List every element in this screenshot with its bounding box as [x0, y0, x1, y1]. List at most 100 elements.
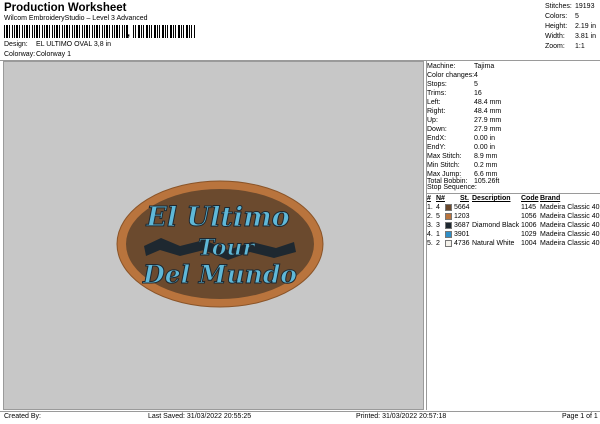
needle-number: 3 [436, 222, 440, 229]
thread-code: 1004 [521, 240, 537, 247]
stat-label: Width: [545, 33, 565, 40]
info-value: 0.00 in [474, 144, 496, 151]
meta-value: EL ULTIMO OVAL 3,8 in [35, 41, 112, 48]
barcode-separator: , [127, 27, 131, 39]
col-header-brand: Brand [540, 195, 561, 202]
stitch-count: 3687 [454, 222, 470, 229]
stitch-count: 4736 [454, 240, 470, 247]
info-value: 16 [474, 90, 482, 97]
col-header-description: Description [472, 195, 511, 202]
stat-row: Stitches: 19193 [545, 2, 596, 12]
design-preview: El Ultimo Tour Del Mundo [3, 61, 424, 410]
stop-number: 1. [427, 204, 433, 211]
software-name: Wilcom EmbroideryStudio – Level 3 Advanc… [4, 15, 148, 22]
footer-divider [0, 411, 600, 412]
needle-number: 2 [436, 240, 440, 247]
stop-sequence-title: Stop Sequence: [427, 184, 477, 191]
meta-design: Design: EL ULTIMO OVAL 3,8 in [4, 41, 111, 48]
info-label: Stops: [427, 81, 447, 88]
stat-value: 3.81 in [575, 33, 597, 40]
stop-number: 3. [427, 222, 433, 229]
color-swatch [445, 231, 452, 238]
info-label: EndX: [427, 135, 447, 142]
col-header-needle: N# [436, 195, 445, 202]
thread-code: 1145 [521, 204, 537, 211]
thread-brand: Madeira Classic 40 [540, 240, 600, 247]
stitch-count: 3901 [454, 231, 470, 238]
stitch-count: 5664 [454, 204, 470, 211]
info-label: EndY: [427, 144, 446, 151]
info-label: Min Stitch: [427, 162, 460, 169]
info-value: 27.9 mm [474, 117, 502, 124]
info-value: 8.9 mm [474, 153, 498, 160]
patch-text-line2: Tour [198, 235, 256, 261]
needle-number: 1 [436, 231, 440, 238]
info-value: 48.4 mm [474, 108, 502, 115]
stop-number: 2. [427, 213, 433, 220]
color-swatch [445, 240, 452, 247]
info-value: 0.2 mm [474, 162, 498, 169]
info-row: Trims: 16 [427, 89, 482, 98]
info-row: Color changes:4 [427, 71, 478, 80]
info-row: Machine: Tajima [427, 62, 494, 71]
info-label: Max Stitch: [427, 153, 462, 160]
stat-value: 19193 [575, 3, 595, 10]
info-value: 5 [474, 81, 478, 88]
patch-text-line1: El Ultimo [145, 202, 289, 233]
worksheet-title: Production Worksheet [4, 2, 127, 14]
col-header-stitches: St. [460, 195, 469, 202]
footer-created-by: Created By: [4, 413, 41, 420]
stitch-count: 1203 [454, 213, 470, 220]
stop-row: 4. 1 3901 1029 Madeira Classic 40 [427, 230, 600, 239]
stop-sequence-divider [426, 193, 600, 194]
footer-printed: Printed: 31/03/2022 20:57:18 [356, 413, 447, 420]
thread-brand: Madeira Classic 40 [540, 222, 600, 229]
stat-label: Height: [545, 23, 568, 30]
color-swatch [445, 204, 452, 211]
footer-last-saved: Last Saved: 31/03/2022 20:55:25 [148, 413, 252, 420]
thread-description: Natural White [472, 240, 515, 247]
meta-value: Colorway 1 [35, 51, 71, 58]
info-row: Max Stitch: 8.9 mm [427, 152, 497, 161]
stat-row: Width: 3.81 in [545, 32, 596, 42]
info-value: 105.26ft [474, 178, 500, 185]
info-row: Min Stitch: 0.2 mm [427, 161, 497, 170]
thread-code: 1056 [521, 213, 537, 220]
info-value: Tajima [474, 63, 495, 70]
thread-code: 1006 [521, 222, 537, 229]
meta-label: Design: [4, 41, 28, 48]
thread-code: 1029 [521, 231, 537, 238]
patch-text-line3: Del Mundo [142, 260, 297, 289]
color-swatch [445, 222, 452, 229]
barcode-secondary [133, 25, 195, 38]
info-row: Stops: 5 [427, 80, 478, 89]
embroidery-patch: El Ultimo Tour Del Mundo [116, 180, 324, 308]
needle-number: 4 [436, 204, 440, 211]
stop-number: 4. [427, 231, 433, 238]
color-swatch [445, 213, 452, 220]
thread-description: Diamond Black [472, 222, 520, 229]
col-header-num: # [427, 195, 431, 202]
info-row: EndY: 0.00 in [427, 143, 495, 152]
thread-brand: Madeira Classic 40 [540, 231, 600, 238]
top-stats: Stitches: 19193 Colors: 5 Height: 2.19 in W… [545, 2, 596, 52]
stop-row: 5. 2 4736 Natural White 1004 Madeira Cla… [427, 239, 600, 248]
info-label: Down: [427, 126, 447, 133]
info-label: Machine: [427, 63, 456, 70]
stat-value: 1:1 [575, 43, 585, 50]
footer-page: Page 1 of 1 [562, 413, 598, 420]
info-value: 48.4 mm [474, 99, 502, 106]
needle-number: 5 [436, 213, 440, 220]
info-value: 0.00 in [474, 135, 496, 142]
stop-row: 2. 5 1203 1056 Madeira Classic 40 [427, 212, 600, 221]
thread-brand: Madeira Classic 40 [540, 213, 600, 220]
info-row: Down: 27.9 mm [427, 125, 501, 134]
meta-colorway: Colorway: Colorway 1 [4, 51, 71, 58]
stop-row: 3. 3 3687 Diamond Black 1006 Madeira Cla… [427, 221, 600, 230]
info-value: 4 [474, 72, 478, 79]
info-row: Right: 48.4 mm [427, 107, 501, 116]
stat-label: Stitches: [545, 3, 572, 10]
info-row: Left: 48.4 mm [427, 98, 501, 107]
thread-brand: Madeira Classic 40 [540, 204, 600, 211]
info-value: 27.9 mm [474, 126, 502, 133]
